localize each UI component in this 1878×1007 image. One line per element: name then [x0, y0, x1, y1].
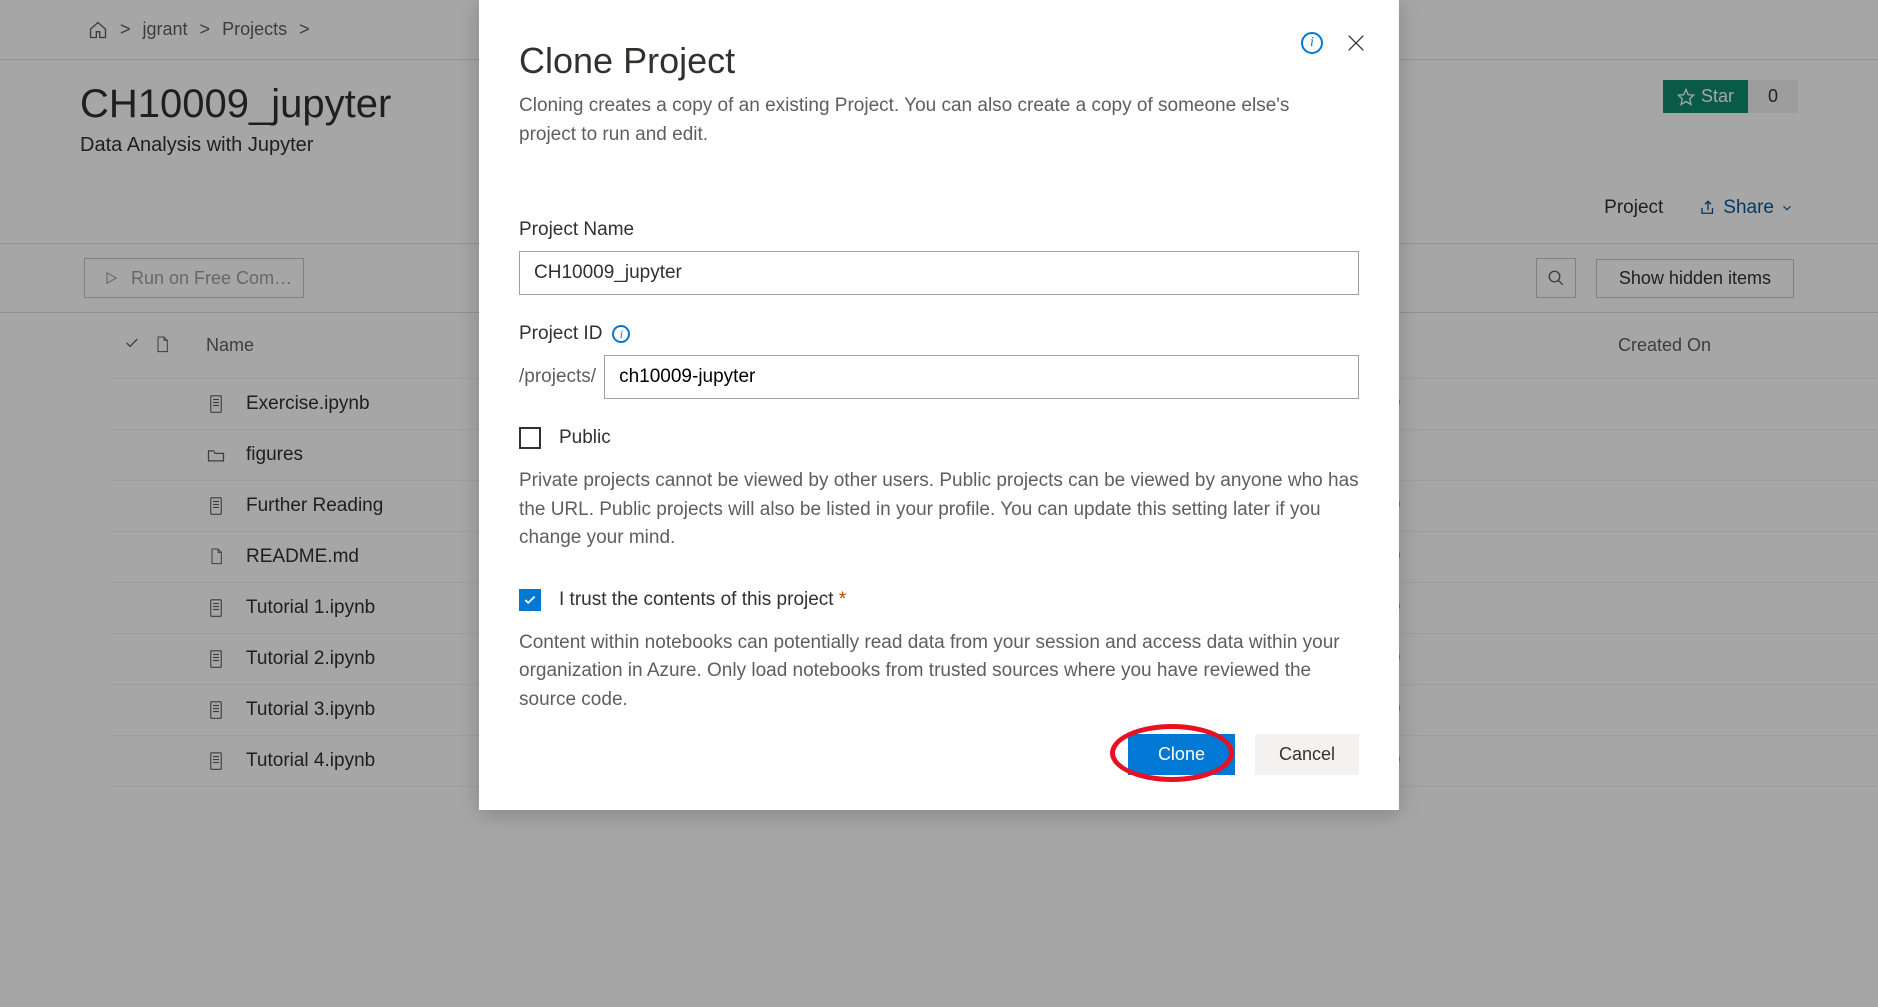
clone-project-modal: i Clone Project Cloning creates a copy o… [479, 0, 1399, 810]
modal-title: Clone Project [519, 40, 1359, 82]
modal-footer: Clone Cancel [519, 734, 1359, 775]
required-asterisk: * [839, 589, 846, 610]
trust-checkbox[interactable] [519, 589, 541, 611]
trust-label: I trust the contents of this project * [559, 589, 846, 611]
close-button[interactable] [1345, 32, 1367, 54]
trust-help-text: Content within notebooks can potentially… [519, 629, 1359, 715]
project-id-input[interactable] [604, 355, 1359, 399]
project-name-label: Project Name [519, 219, 1359, 241]
clone-button[interactable]: Clone [1128, 734, 1235, 775]
public-label: Public [559, 427, 611, 449]
trust-label-text: I trust the contents of this project [559, 589, 834, 610]
project-id-label-text: Project ID [519, 323, 602, 345]
modal-overlay: i Clone Project Cloning creates a copy o… [0, 0, 1878, 1007]
cancel-button[interactable]: Cancel [1255, 734, 1359, 775]
public-help-text: Private projects cannot be viewed by oth… [519, 467, 1359, 553]
info-icon[interactable]: i [1301, 32, 1323, 54]
public-checkbox[interactable] [519, 427, 541, 449]
close-icon [1345, 32, 1367, 54]
modal-description: Cloning creates a copy of an existing Pr… [519, 92, 1349, 149]
project-id-prefix: /projects/ [519, 366, 604, 388]
project-id-info-icon[interactable]: i [612, 325, 630, 343]
project-id-label: Project ID i [519, 323, 1359, 345]
project-name-input[interactable] [519, 251, 1359, 295]
